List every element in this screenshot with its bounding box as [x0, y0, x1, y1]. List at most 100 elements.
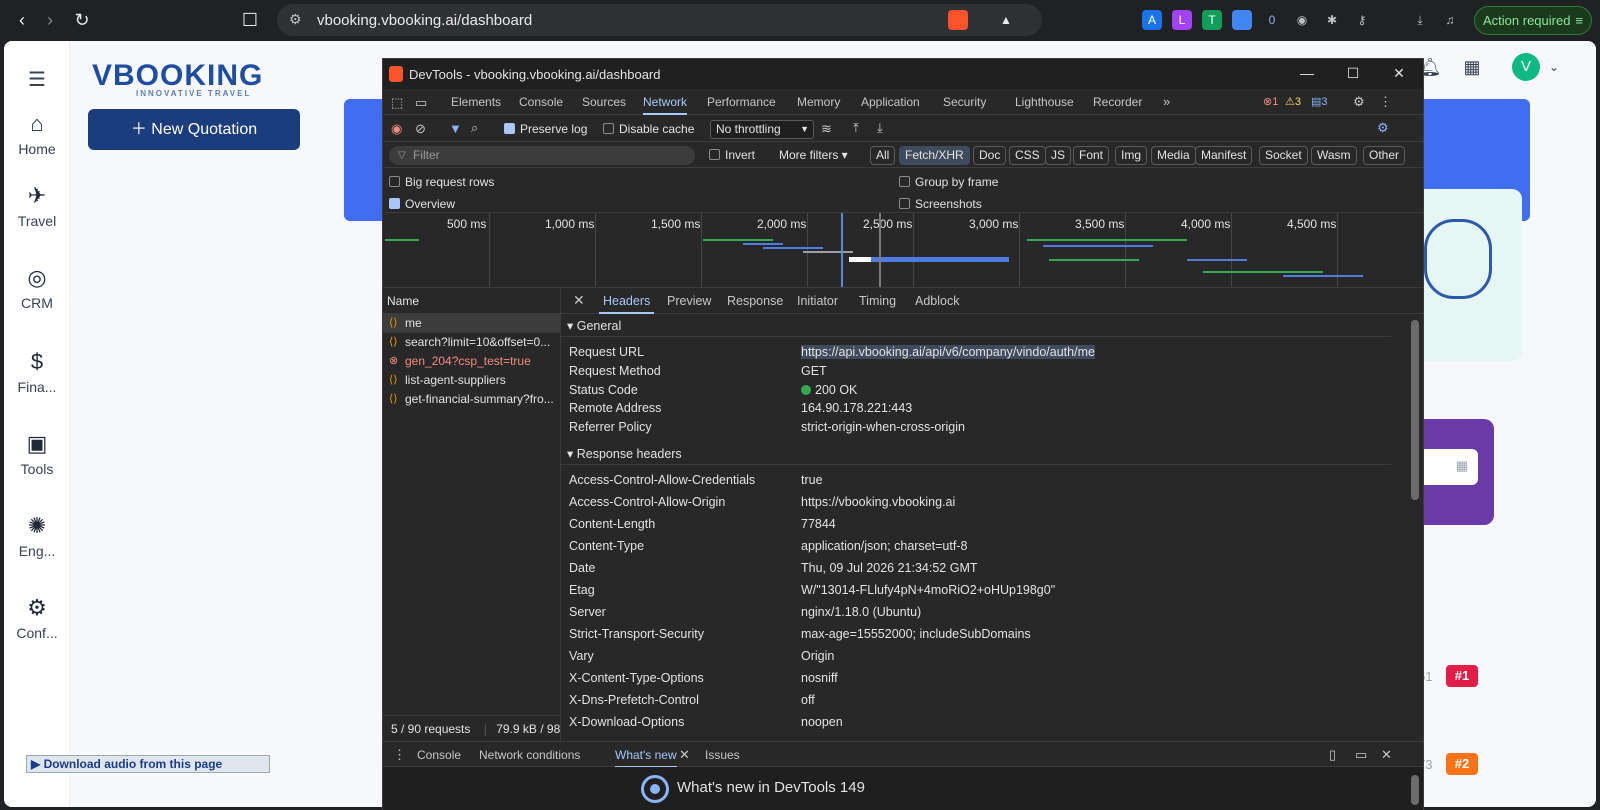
tab-initiator[interactable]: Initiator: [797, 294, 838, 308]
group-by-frame-checkbox[interactable]: [899, 176, 910, 187]
chip-font[interactable]: Font: [1073, 146, 1110, 165]
drawer-tab-whats-new[interactable]: What's new: [615, 748, 677, 768]
brave-shields-icon[interactable]: [948, 10, 968, 30]
chip-other[interactable]: Other: [1363, 146, 1406, 165]
puzzle-icon[interactable]: ✱: [1322, 10, 1342, 30]
filter-icon[interactable]: ▼: [449, 121, 462, 136]
more-tabs-icon[interactable]: »: [1163, 94, 1170, 109]
response-headers-section-header[interactable]: ▾ Response headers: [561, 443, 1391, 465]
logo[interactable]: VBOOKING INNOVATIVE TRAVEL: [92, 59, 263, 98]
forward-icon[interactable]: ›: [40, 10, 60, 30]
tab-lighthouse[interactable]: Lighthouse: [1015, 95, 1074, 109]
inspect-icon[interactable]: ⬚: [391, 95, 403, 111]
disable-cache-checkbox[interactable]: [603, 123, 614, 134]
tab-network[interactable]: Network: [643, 95, 688, 115]
chip-all[interactable]: All: [870, 146, 896, 165]
back-icon[interactable]: ‹: [12, 10, 32, 30]
avatar[interactable]: V: [1512, 53, 1540, 81]
nav-config[interactable]: ⚙ Conf...: [4, 595, 70, 641]
tab-elements[interactable]: Elements: [451, 95, 501, 109]
reload-icon[interactable]: ↻: [72, 10, 92, 30]
nav-travel[interactable]: ✈ Travel: [4, 183, 70, 229]
extension-icon[interactable]: 0: [1262, 10, 1282, 30]
invert-checkbox[interactable]: [709, 149, 720, 160]
nav-crm[interactable]: ◎ CRM: [4, 265, 70, 311]
tab-memory[interactable]: Memory: [797, 95, 840, 109]
network-settings-icon[interactable]: ⚙: [1377, 120, 1389, 136]
request-row[interactable]: ⟨⟩ search?limit=10&offset=0...: [383, 333, 560, 352]
download-icon[interactable]: ⤓: [1410, 10, 1430, 30]
name-column-header[interactable]: Name: [383, 288, 560, 314]
close-tab-icon[interactable]: ✕: [679, 747, 690, 763]
drawer-menu-icon[interactable]: ⋮: [393, 747, 406, 763]
calendar-icon[interactable]: ▦: [1458, 53, 1486, 81]
download-audio-button[interactable]: ▶ Download audio from this page: [26, 755, 270, 773]
chip-css[interactable]: CSS: [1009, 146, 1046, 165]
nav-home[interactable]: ⌂ Home: [4, 111, 70, 157]
extension-icon[interactable]: L: [1172, 10, 1192, 30]
network-overview-timeline[interactable]: 500 ms 1,000 ms 1,500 ms 2,000 ms 2,500 …: [383, 213, 1423, 288]
drawer-tab-issues[interactable]: Issues: [705, 748, 740, 762]
chip-img[interactable]: Img: [1115, 146, 1148, 165]
request-url-value[interactable]: https://api.vbooking.ai/api/v6/company/v…: [801, 345, 1095, 359]
tab-performance[interactable]: Performance: [707, 95, 776, 109]
close-details-icon[interactable]: ✕: [573, 292, 585, 309]
chip-manifest[interactable]: Manifest: [1195, 146, 1253, 165]
collapse-menu-icon[interactable]: ☰: [4, 67, 70, 92]
translate-icon[interactable]: A: [1142, 10, 1162, 30]
tab-recorder[interactable]: Recorder: [1093, 95, 1142, 109]
chip-js[interactable]: JS: [1045, 146, 1072, 165]
record-icon[interactable]: ◉: [391, 121, 402, 137]
more-filters-dropdown[interactable]: More filters ▾: [779, 148, 848, 162]
request-row[interactable]: ⊗ gen_204?csp_test=true: [383, 352, 560, 371]
drawer-scrollbar[interactable]: [1411, 775, 1419, 805]
throttling-select[interactable]: No throttling ▼: [710, 120, 814, 139]
tab-timing[interactable]: Timing: [859, 294, 896, 308]
overview-checkbox[interactable]: [389, 198, 400, 209]
tab-headers[interactable]: Headers: [598, 294, 655, 314]
music-icon[interactable]: ♫: [1440, 10, 1460, 30]
network-conditions-icon[interactable]: ≋: [821, 121, 832, 137]
chip-fetch-xhr[interactable]: Fetch/XHR: [899, 146, 970, 165]
tab-preview[interactable]: Preview: [667, 294, 711, 308]
export-har-icon[interactable]: ⤓: [877, 120, 883, 136]
chip-wasm[interactable]: Wasm: [1311, 146, 1357, 165]
extension-icon[interactable]: T: [1202, 10, 1222, 30]
filter-input[interactable]: ▽ Filter: [389, 146, 695, 165]
dock-bottom-icon[interactable]: ▭: [1355, 747, 1367, 763]
chip-media[interactable]: Media: [1151, 146, 1196, 165]
clear-icon[interactable]: ⊘: [415, 121, 426, 137]
kebab-menu-icon[interactable]: ⋮: [1379, 94, 1392, 110]
rewards-icon[interactable]: ▲: [996, 10, 1016, 30]
settings-gear-icon[interactable]: ⚙: [1353, 94, 1365, 110]
chevron-down-icon[interactable]: ⌄: [1540, 53, 1568, 81]
preserve-log-checkbox[interactable]: [504, 123, 515, 134]
address-bar[interactable]: ⚙ vbooking.vbooking.ai/dashboard: [277, 4, 1042, 36]
dock-side-icon[interactable]: ▯: [1329, 747, 1336, 763]
tab-sources[interactable]: Sources: [582, 95, 626, 109]
chip-socket[interactable]: Socket: [1259, 146, 1308, 165]
big-request-rows-checkbox[interactable]: [389, 176, 400, 187]
warning-count[interactable]: ⚠3: [1285, 95, 1301, 108]
camera-icon[interactable]: ◉: [1292, 10, 1312, 30]
close-drawer-icon[interactable]: ✕: [1381, 747, 1392, 763]
extension-icon[interactable]: [1232, 10, 1252, 30]
drawer-tab-console[interactable]: Console: [417, 748, 461, 762]
tab-security[interactable]: Security: [943, 95, 986, 109]
site-settings-icon[interactable]: ⚙: [289, 11, 302, 28]
action-required-button[interactable]: Action required ≡: [1474, 6, 1592, 35]
tab-response[interactable]: Response: [727, 294, 783, 308]
chip-doc[interactable]: Doc: [973, 146, 1007, 165]
import-har-icon[interactable]: ⤒: [853, 120, 859, 136]
new-quotation-button[interactable]: ＋ New Quotation: [88, 109, 300, 150]
details-scrollbar[interactable]: [1411, 320, 1419, 500]
screenshots-checkbox[interactable]: [899, 198, 910, 209]
nav-finance[interactable]: $ Fina...: [4, 349, 70, 395]
tab-application[interactable]: Application: [861, 95, 920, 109]
close-icon[interactable]: ✕: [1391, 65, 1407, 81]
tab-adblock[interactable]: Adblock: [915, 294, 959, 308]
minimize-icon[interactable]: —: [1299, 65, 1315, 81]
request-row[interactable]: ⟨⟩ list-agent-suppliers: [383, 371, 560, 390]
request-row[interactable]: ⟨⟩ get-financial-summary?fro...: [383, 390, 560, 409]
request-row[interactable]: ⟨⟩ me: [383, 314, 560, 333]
